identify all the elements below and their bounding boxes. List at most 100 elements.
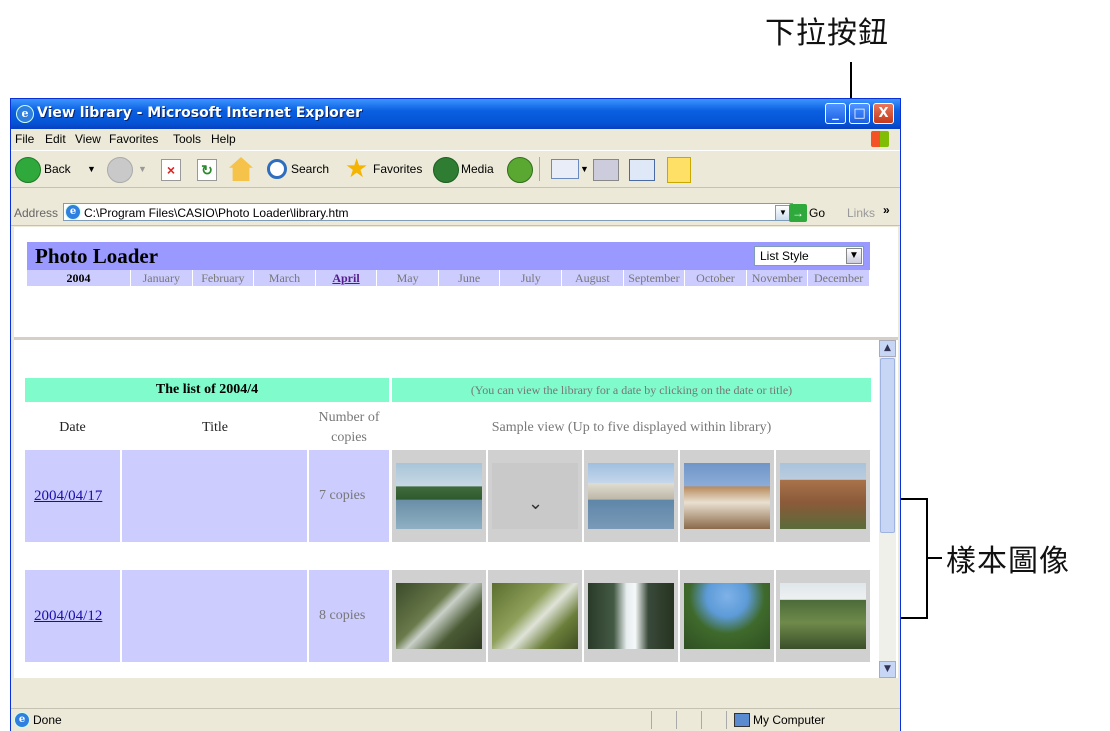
go-arrow-icon[interactable]: → [789, 204, 807, 222]
list-heading: The list of 2004/4 [25, 378, 389, 402]
vertical-scrollbar[interactable]: ▲ ▼ [879, 340, 896, 678]
photo-loader-header: Photo Loader List Style ▼ [27, 242, 870, 270]
go-button[interactable]: Go [809, 206, 825, 220]
menu-view[interactable]: View [75, 132, 101, 146]
table-row-title-cell[interactable] [122, 570, 307, 662]
favorites-button[interactable]: Favorites [373, 162, 422, 176]
refresh-icon[interactable]: ↻ [197, 159, 217, 181]
dropdown-button-callout: 下拉按鈕 [765, 16, 889, 51]
address-field[interactable]: e C:\Program Files\CASIO\Photo Loader\li… [63, 203, 793, 221]
notes-icon[interactable] [667, 157, 691, 183]
thumbnail-marsh[interactable] [776, 570, 870, 662]
favorites-star-icon[interactable]: ★ [345, 155, 368, 181]
month-january[interactable]: January [131, 270, 192, 286]
table-row-date-cell: 2004/04/12 [25, 570, 120, 662]
thumbnail-canyon[interactable] [776, 450, 870, 542]
month-april[interactable]: April [315, 270, 377, 286]
zone-text: My Computer [753, 713, 826, 727]
month-october[interactable]: October [685, 270, 746, 286]
table-row-copies: 8 copies [309, 570, 389, 662]
status-divider [651, 711, 652, 729]
date-link[interactable]: 2004/04/12 [34, 608, 102, 625]
thumbnail-island-coast[interactable] [392, 450, 486, 542]
back-button[interactable]: Back [44, 162, 71, 176]
sample-images-callout: 樣本圖像 [946, 544, 1070, 579]
mail-dropdown-icon[interactable]: ▼ [580, 164, 589, 174]
menu-favorites[interactable]: Favorites [109, 132, 158, 146]
month-nav: 2004 January February March April May Ju… [27, 270, 870, 286]
mail-icon[interactable] [551, 159, 579, 179]
address-label: Address [14, 206, 59, 220]
maximize-button[interactable]: □ [849, 103, 870, 124]
back-dropdown-icon[interactable]: ▼ [87, 164, 96, 174]
month-december[interactable]: December [808, 270, 869, 286]
table-row-date-cell: 2004/04/17 [25, 450, 120, 542]
ie-icon: e [16, 105, 34, 123]
back-arrow-icon[interactable] [15, 157, 41, 183]
links-button[interactable]: Links [847, 206, 875, 220]
stop-icon[interactable]: × [161, 159, 181, 181]
dropdown-arrow-icon[interactable]: ▼ [846, 248, 862, 264]
thumbnail-trees-sky[interactable] [680, 570, 774, 662]
toolbar-chevron-icon[interactable]: » [883, 203, 890, 217]
menu-bar: File Edit View Favorites Tools Help [11, 129, 900, 149]
month-july[interactable]: July [500, 270, 562, 286]
status-divider [726, 711, 727, 729]
table-row-title-cell[interactable] [122, 450, 307, 542]
month-march[interactable]: March [254, 270, 315, 286]
date-link[interactable]: 2004/04/17 [34, 488, 102, 505]
home-icon[interactable] [229, 157, 253, 181]
month-august[interactable]: August [562, 270, 623, 286]
title-bar: e View library - Microsoft Internet Expl… [11, 99, 900, 129]
browser-window: e View library - Microsoft Internet Expl… [10, 98, 901, 731]
menu-edit[interactable]: Edit [45, 132, 66, 146]
search-button[interactable]: Search [291, 162, 329, 176]
search-icon[interactable] [267, 159, 287, 179]
window-title: View library - Microsoft Internet Explor… [37, 105, 363, 121]
list-hint: (You can view the library for a date by … [392, 378, 871, 402]
menu-file[interactable]: File [15, 132, 34, 146]
page-icon: e [65, 204, 81, 220]
media-button[interactable]: Media [461, 162, 494, 176]
month-september[interactable]: September [623, 270, 685, 286]
forward-dropdown-icon[interactable]: ▼ [138, 164, 147, 174]
scroll-up-icon[interactable]: ▲ [879, 340, 896, 357]
history-icon[interactable] [507, 157, 533, 183]
my-computer-icon [734, 713, 750, 727]
month-june[interactable]: June [438, 270, 500, 286]
thumbnail-forest-stream[interactable] [392, 570, 486, 662]
windows-logo-icon [871, 131, 889, 147]
top-frame: Photo Loader List Style ▼ 2004 January F… [14, 227, 898, 340]
close-button[interactable]: X [873, 103, 894, 124]
address-bar: Address e C:\Program Files\CASIO\Photo L… [11, 201, 900, 226]
status-text: Done [33, 713, 62, 727]
minimize-button[interactable]: _ [825, 103, 846, 124]
column-title: Title [202, 420, 228, 435]
status-bar: e Done My Computer [11, 708, 900, 731]
thumbnail-waterfall[interactable] [584, 570, 678, 662]
month-november[interactable]: November [746, 270, 808, 286]
thumbnail-cliff-village[interactable] [680, 450, 774, 542]
scroll-down-icon[interactable]: ▼ [879, 661, 896, 678]
table-row-copies: 7 copies [309, 450, 389, 542]
forward-arrow-icon[interactable] [107, 157, 133, 183]
sample-images-callout-line [928, 557, 942, 559]
month-may[interactable]: May [377, 270, 438, 286]
year-label: 2004 [27, 270, 130, 286]
menu-tools[interactable]: Tools [173, 132, 201, 146]
thumbnail-harbor-town[interactable] [584, 450, 678, 542]
app-title: Photo Loader [35, 244, 159, 268]
month-february[interactable]: February [192, 270, 254, 286]
thumbnail-seagull-sky[interactable]: ⌄ [488, 450, 582, 542]
toolbar: Back ▼ ▼ × ↻ Search ★ Favorites Media ▼ [11, 150, 900, 188]
edit-icon[interactable] [629, 159, 655, 181]
menu-help[interactable]: Help [211, 132, 236, 146]
thumbnail-mossy-creek[interactable] [488, 570, 582, 662]
column-copies: Number of copies [318, 410, 380, 445]
print-icon[interactable] [593, 159, 619, 181]
scroll-thumb[interactable] [880, 358, 895, 533]
list-style-dropdown[interactable]: List Style ▼ [754, 246, 864, 266]
media-icon[interactable] [433, 157, 459, 183]
page-status-icon: e [14, 712, 30, 728]
column-date: Date [59, 420, 86, 435]
